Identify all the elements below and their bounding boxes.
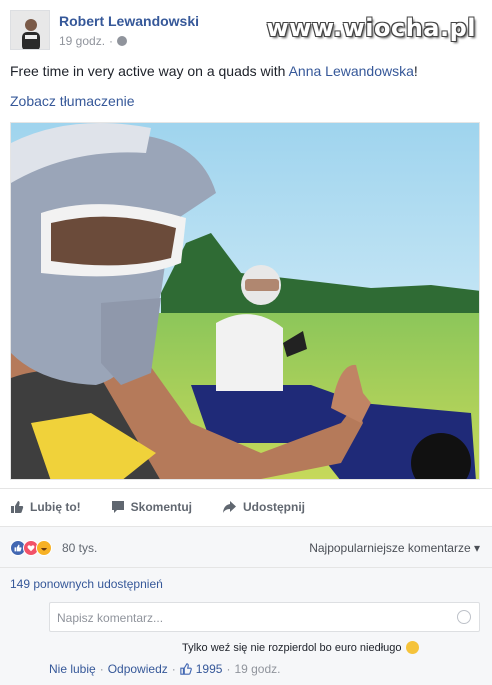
comment-body: Tylko weź się nie rozpierdol bo euro nie… (182, 641, 402, 654)
shares-link[interactable]: 149 ponownych udostępnień (10, 577, 163, 591)
divider (0, 488, 492, 489)
reply-link[interactable]: Odpowiedz (108, 662, 168, 676)
share-button[interactable]: Udostępnij (222, 500, 305, 514)
comment-label: Skomentuj (130, 500, 192, 514)
emoji-icon (405, 641, 419, 654)
comment-time[interactable]: 19 godz. (234, 662, 280, 676)
post-meta: 19 godz. · (59, 34, 128, 48)
globe-icon (117, 36, 128, 46)
meta-separator: · (226, 662, 231, 676)
comment-placeholder: Napisz komentarz... (57, 611, 164, 625)
meta-separator: · (171, 662, 176, 676)
post-text: Free time in very active way on a quads … (10, 63, 418, 79)
unlike-link[interactable]: Nie lubię (49, 662, 96, 676)
like-label: Lubię to! (30, 500, 81, 514)
post-time[interactable]: 19 godz. (59, 34, 105, 48)
smiley-icon[interactable] (457, 610, 471, 624)
share-label: Udostępnij (243, 500, 305, 514)
meta-separator: · (109, 34, 114, 48)
reactions-bar: 80 tys. Najpopularniejsze komentarze ▾ (0, 527, 492, 567)
comment-area: Napisz komentarz... Tylko weź się nie ro… (0, 596, 492, 685)
meta-separator: · (99, 662, 104, 676)
thumbs-up-icon (180, 663, 192, 675)
author-avatar[interactable] (10, 10, 50, 50)
comment-button[interactable]: Skomentuj (111, 500, 192, 514)
shares-bar: 149 ponownych udostępnień (0, 568, 492, 596)
comment-sort-dropdown[interactable]: Najpopularniejsze komentarze ▾ (309, 541, 480, 555)
sort-label: Najpopularniejsze komentarze (309, 541, 471, 555)
haha-icon (36, 540, 52, 556)
mention-link[interactable]: Anna Lewandowska (289, 63, 414, 79)
reaction-icons[interactable] (10, 540, 52, 556)
chevron-down-icon: ▾ (473, 541, 480, 555)
translate-link[interactable]: Zobacz tłumaczenie (10, 93, 135, 109)
like-icon (11, 501, 24, 513)
comment-icon (111, 501, 124, 513)
post-photo[interactable] (10, 122, 480, 480)
like-button[interactable]: Lubię to! (10, 500, 81, 514)
watermark: www.wiocha.pl (266, 14, 476, 42)
reaction-count[interactable]: 80 tys. (62, 541, 97, 555)
post-text-before: Free time in very active way on a quads … (10, 63, 289, 79)
share-icon (223, 501, 236, 513)
comment-like-count[interactable]: 1995 (196, 662, 223, 676)
post-actions: Lubię to! Skomentuj Udostępnij (0, 492, 492, 522)
comment-meta: Nie lubię · Odpowiedz · 1995 · 19 godz. (49, 662, 281, 676)
post-text-after: ! (413, 63, 418, 79)
comment-input[interactable]: Napisz komentarz... (49, 602, 480, 632)
comment-text: Tylko weź się nie rozpierdol bo euro nie… (182, 641, 419, 654)
author-name[interactable]: Robert Lewandowski (59, 13, 199, 29)
